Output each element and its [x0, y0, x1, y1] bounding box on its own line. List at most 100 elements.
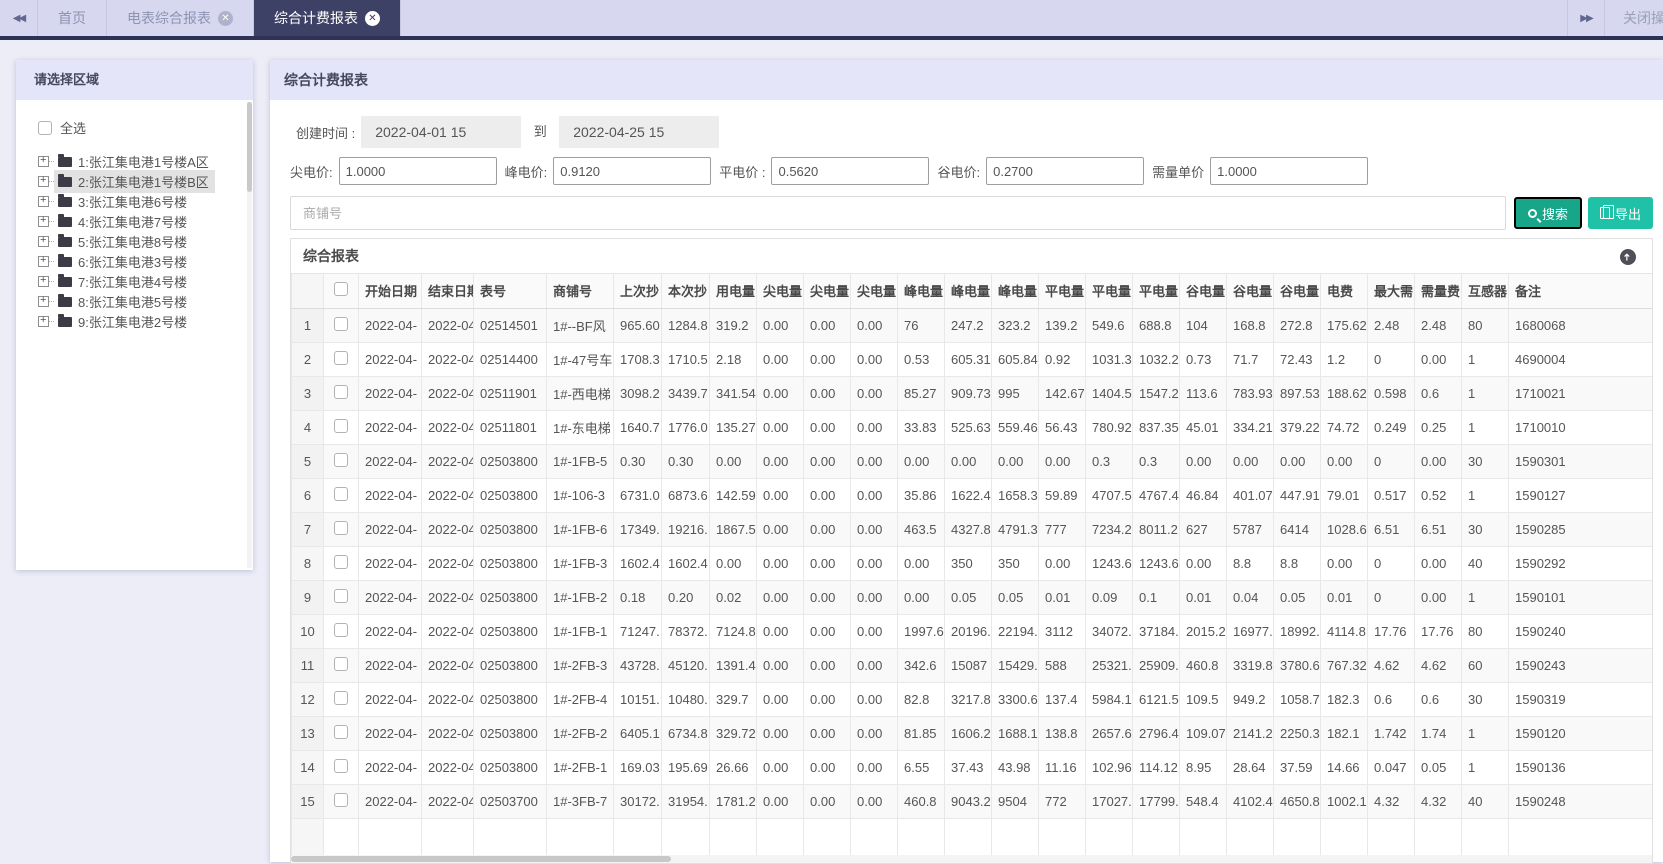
table-cell: 4102.4	[1226, 784, 1274, 819]
table-cell: 0.00	[803, 444, 851, 479]
tree-item[interactable]: 8:张江集电港5号楼	[38, 291, 253, 311]
price-input[interactable]	[1210, 157, 1369, 185]
shop-number-input[interactable]	[290, 196, 1506, 230]
price-field-1: 尖电价:	[290, 157, 497, 185]
table-cell: 1#-2FB-4	[546, 682, 614, 717]
table-row: 32022-04-2022-04-025119011#-西电梯3098.2343…	[291, 376, 1652, 411]
expand-plus-icon[interactable]	[38, 194, 49, 207]
folder-icon	[58, 194, 72, 207]
tree-item[interactable]: 3:张江集电港6号楼	[38, 191, 253, 211]
price-input[interactable]	[771, 157, 930, 185]
table-cell: 0.01	[1320, 580, 1368, 615]
table-cell: 1243.6	[1085, 546, 1133, 581]
select-all-checkbox[interactable]	[38, 120, 52, 135]
table-cell: 188.62	[1320, 376, 1368, 411]
scroll-tabs-right-button[interactable]	[1567, 0, 1605, 36]
table-cell: 2657.6	[1085, 716, 1133, 751]
table-cell: 0.00	[1226, 444, 1274, 479]
table-cell: 0.00	[850, 308, 898, 343]
row-checkbox[interactable]	[334, 622, 348, 637]
tab-综合计费报表[interactable]: 综合计费报表	[254, 0, 401, 36]
table-cell: 2022-04-	[358, 750, 422, 785]
table-cell: 1602.4	[661, 546, 710, 581]
table-cell: 0.09	[1085, 580, 1133, 615]
table-cell: 0.249	[1367, 410, 1415, 445]
table-cell: 17027.	[1085, 784, 1133, 819]
table-cell: 2022-04-	[421, 750, 474, 785]
table-cell: 02514501	[473, 308, 547, 343]
tree-item[interactable]: 5:张江集电港8号楼	[38, 231, 253, 251]
tree-item[interactable]: 7:张江集电港4号楼	[38, 271, 253, 291]
folder-icon	[58, 254, 72, 267]
row-checkbox[interactable]	[334, 588, 348, 603]
row-checkbox[interactable]	[334, 554, 348, 569]
table-cell: 1590136	[1508, 750, 1652, 785]
expand-plus-icon[interactable]	[38, 294, 49, 307]
expand-plus-icon[interactable]	[38, 254, 49, 267]
row-checkbox[interactable]	[334, 452, 348, 467]
row-checkbox[interactable]	[334, 316, 348, 331]
table-row: 152022-04-2022-04-025037001#-3FB-730172.…	[291, 784, 1652, 819]
tree-item[interactable]: 9:张江集电港2号楼	[38, 311, 253, 331]
row-checkbox[interactable]	[334, 486, 348, 501]
tab-电表综合报表[interactable]: 电表综合报表	[107, 0, 254, 36]
table-cell: 0.00	[1179, 444, 1227, 479]
row-checkbox[interactable]	[334, 724, 348, 739]
table-cell: 0.00	[756, 342, 804, 377]
row-checkbox[interactable]	[334, 520, 348, 535]
table-cell: 0.00	[1038, 546, 1086, 581]
table-cell: 1.2	[1320, 342, 1368, 377]
row-checkbox[interactable]	[334, 656, 348, 671]
table-cell: 4.62	[1414, 648, 1462, 683]
price-input[interactable]	[986, 157, 1145, 185]
search-button[interactable]: 搜索	[1513, 197, 1582, 229]
table-cell: 5787	[1226, 512, 1274, 547]
table-cell: 0.05	[944, 580, 992, 615]
table-cell: 0.01	[1179, 580, 1227, 615]
back-to-top-icon[interactable]	[1620, 249, 1636, 265]
area-select-panel: 请选择区域 全选 1:张江集电港1号楼A区 2:张江集电港1号楼B区 3:张江集电港…	[16, 60, 253, 570]
row-checkbox[interactable]	[334, 384, 348, 399]
price-input[interactable]	[338, 157, 497, 185]
table-cell: 59.89	[1038, 478, 1086, 513]
tree-item[interactable]: 4:张江集电港7号楼	[38, 211, 253, 231]
expand-plus-icon[interactable]	[38, 314, 49, 327]
select-all-rows-checkbox[interactable]	[334, 282, 348, 297]
scroll-tabs-left-button[interactable]	[0, 0, 38, 36]
table-cell: 4690004	[1508, 342, 1652, 377]
row-checkbox[interactable]	[334, 758, 348, 773]
row-checkbox[interactable]	[334, 792, 348, 807]
date-from-input[interactable]	[361, 116, 522, 148]
row-checkbox[interactable]	[334, 690, 348, 705]
close-icon[interactable]	[365, 10, 380, 26]
table-cell: 772	[1038, 784, 1086, 819]
table-cell: 0.53	[897, 342, 945, 377]
sidebar-scrollbar-thumb[interactable]	[247, 102, 252, 192]
expand-plus-icon[interactable]	[38, 234, 49, 247]
table-cell: 2022-04-	[358, 376, 422, 411]
tree-item[interactable]: 1:张江集电港1号楼A区	[38, 151, 253, 171]
table-cell: 334.21	[1226, 410, 1274, 445]
expand-plus-icon[interactable]	[38, 214, 49, 227]
price-field-5: 需量单价	[1152, 157, 1369, 185]
export-button[interactable]: 导出	[1587, 197, 1653, 229]
horizontal-scrollbar-thumb[interactable]	[291, 856, 671, 862]
date-to-input[interactable]	[559, 116, 720, 148]
tab-首页[interactable]: 首页	[38, 0, 107, 36]
table-cell: 0.00	[1414, 546, 1462, 581]
tree-item[interactable]: 6:张江集电港3号楼	[38, 251, 253, 271]
expand-plus-icon[interactable]	[38, 274, 49, 287]
row-checkbox[interactable]	[334, 418, 348, 433]
table-cell: 0.00	[756, 546, 804, 581]
expand-plus-icon[interactable]	[38, 174, 49, 187]
price-input[interactable]	[553, 157, 712, 185]
table-cell: 0.05	[991, 580, 1039, 615]
close-icon[interactable]	[218, 10, 233, 26]
expand-plus-icon[interactable]	[38, 154, 49, 167]
table-cell: 2022-04-	[358, 784, 422, 819]
tab-label: 综合计费报表	[274, 10, 358, 26]
table-cell: 0.73	[1179, 342, 1227, 377]
close-operations-button[interactable]: 关闭操	[1605, 0, 1663, 36]
row-checkbox[interactable]	[334, 350, 348, 365]
tree-item[interactable]: 2:张江集电港1号楼B区	[38, 169, 253, 193]
